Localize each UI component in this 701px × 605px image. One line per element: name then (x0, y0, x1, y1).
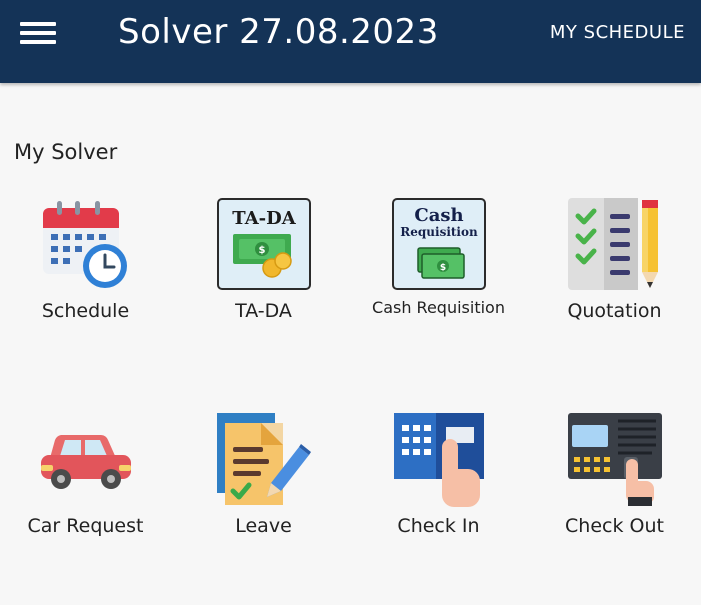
section-title: My Solver (14, 140, 118, 164)
tile-label: Quotation (567, 300, 662, 322)
tile-cash-requisition[interactable]: Cash Requisition $ Cash Requisition (351, 198, 526, 348)
tile-label: Leave (235, 515, 292, 537)
document-pen-icon (217, 413, 311, 505)
tile-label: Check Out (565, 515, 664, 537)
requisition-icon-text: Requisition (400, 225, 478, 239)
tile-label: Cash Requisition (372, 298, 505, 317)
tile-label: Car Request (27, 515, 144, 537)
cash-icon-text: Cash (414, 205, 463, 226)
ta-da-money-icon: TA-DA $ (217, 198, 311, 290)
checklist-pencil-icon (568, 198, 658, 290)
car-icon (41, 435, 131, 489)
tile-check-in[interactable]: Check In (351, 413, 526, 563)
fingerprint-terminal-icon (568, 413, 662, 506)
hamburger-menu-icon[interactable] (20, 20, 56, 46)
tile-leave[interactable]: Leave (176, 413, 351, 563)
tile-car-request[interactable]: Car Request (0, 413, 173, 563)
ta-da-icon-text: TA-DA (232, 208, 296, 229)
svg-text:$: $ (259, 245, 266, 256)
tile-label: TA-DA (235, 300, 292, 322)
cash-requisition-icon: Cash Requisition $ (392, 198, 486, 290)
tile-quotation[interactable]: Quotation (527, 198, 701, 348)
my-schedule-button[interactable]: MY SCHEDULE (550, 22, 685, 43)
app-bar: Solver 27.08.2023 MY SCHEDULE (0, 0, 701, 83)
keypad-finger-icon (394, 413, 484, 507)
tile-label: Schedule (41, 300, 130, 322)
tile-schedule[interactable]: Schedule (0, 198, 173, 348)
tile-ta-da[interactable]: TA-DA $ TA-DA (176, 198, 351, 348)
svg-text:$: $ (440, 263, 446, 273)
tile-label: Check In (397, 515, 480, 537)
tile-check-out[interactable]: Check Out (527, 413, 701, 563)
page-title: Solver 27.08.2023 (118, 12, 439, 52)
calendar-clock-icon (43, 201, 127, 288)
